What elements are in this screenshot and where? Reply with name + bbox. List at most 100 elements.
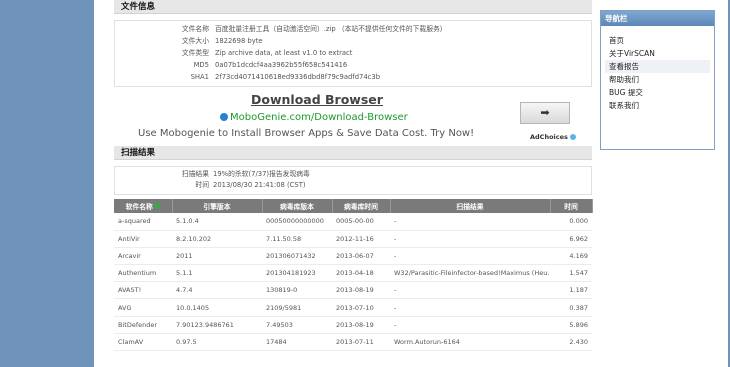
- scan-time-cell: 0.000: [550, 213, 592, 231]
- nav-item-home[interactable]: 首页: [605, 34, 710, 47]
- db-version-cell: 2109/5981: [262, 298, 332, 317]
- db-date-cell: 2013-06-07: [332, 247, 390, 266]
- engine-version-cell: 2011: [172, 247, 262, 266]
- engine-name-cell: BitDefender: [114, 316, 172, 334]
- column-header-label[interactable]: 时间: [564, 203, 578, 211]
- table-header-row: 软件名称 引擎版本 病毒库版本 病毒库时间 扫描结果 时间: [114, 199, 593, 213]
- engine-name-cell: a-squared: [114, 213, 172, 231]
- table-row: ClamAV 0.97.5 17484 2013-07-11 Worm.Autorun-…: [114, 333, 592, 352]
- scan-time-cell: 0.387: [550, 298, 592, 317]
- column-header[interactable]: 时间: [550, 199, 593, 213]
- scan-result-cell: W32/Parasitic-Fileinfector-based!Maximus…: [390, 264, 550, 283]
- column-header-label[interactable]: 病毒库时间: [344, 203, 378, 211]
- column-header-label[interactable]: 病毒库版本: [280, 203, 314, 211]
- nav-list: 首页 关于VirSCAN 查看报告 帮助我们 BUG 提交 联系我们: [601, 26, 714, 112]
- column-header[interactable]: 引擎版本: [172, 199, 263, 213]
- scan-time-cell: 5.896: [550, 316, 592, 334]
- column-header-label[interactable]: 引擎版本: [203, 203, 230, 211]
- file-info-key: SHA1: [190, 73, 209, 81]
- table-row: AntiVir 8.2.10.202 7.11.50.58 2012-11-16-6.…: [114, 230, 592, 248]
- scan-results-header: 扫描结果: [114, 146, 592, 160]
- file-info-row: 文件名称 百度批量注册工具（自动激活空间）.zip （本站不提供任何文件的下载服务…: [115, 23, 591, 35]
- nav-item-help[interactable]: 帮助我们: [605, 73, 710, 86]
- nav-panel: 导航栏 首页 关于VirSCAN 查看报告 帮助我们 BUG 提交 联系我们: [600, 10, 715, 150]
- db-version-cell: 201306071432: [262, 247, 332, 266]
- nav-header: 导航栏: [601, 11, 714, 26]
- table-row: Authentium 5.1.1 201304181923 2013-04-18 W32…: [114, 264, 592, 283]
- db-date-cell: 2013-08-19: [332, 281, 390, 300]
- file-info-value: 1822698 byte: [215, 37, 263, 45]
- page: 文件信息 文件名称 百度批量注册工具（自动激活空间）.zip （本站不提供任何文件…: [94, 0, 728, 367]
- file-info-key: 文件名称: [181, 25, 209, 33]
- column-header[interactable]: 病毒库时间: [332, 199, 391, 213]
- file-info-box: 文件名称 百度批量注册工具（自动激活空间）.zip （本站不提供任何文件的下载服务…: [114, 20, 592, 87]
- db-date-cell: 2013-08-19: [332, 316, 390, 334]
- scan-time-cell: 2.430: [550, 333, 592, 352]
- scan-result-cell: -: [390, 247, 550, 266]
- column-header-label[interactable]: 软件名称: [126, 203, 153, 211]
- column-header[interactable]: 扫描结果: [390, 199, 551, 213]
- ad-url-text[interactable]: MoboGenie.com/Download-Browser: [230, 112, 408, 123]
- scan-result-row: 扫描结果 19%的杀软(7/37)报告发现病毒: [115, 169, 591, 180]
- engine-version-cell: 8.2.10.202: [172, 230, 262, 248]
- engine-name-cell: ClamAV: [114, 333, 172, 352]
- table-row: AVG 10.0.1405 2109/5981 2013-07-10-0.387: [114, 298, 592, 317]
- adchoices-link[interactable]: AdChoices: [530, 133, 576, 141]
- db-date-cell: 2013-04-18: [332, 264, 390, 283]
- engine-version-cell: 5.1.1: [172, 264, 262, 283]
- file-info-header: 文件信息: [114, 0, 592, 14]
- table-row: BitDefender 7.90123.9486761 7.49503 2013-08…: [114, 316, 592, 334]
- scan-time-cell: 1.547: [550, 264, 592, 283]
- db-version-cell: 00050000000000: [262, 213, 332, 231]
- ad-title[interactable]: Download Browser: [251, 92, 383, 107]
- engine-version-cell: 4.7.4: [172, 281, 262, 300]
- db-date-cell: 0005-00-00: [332, 213, 390, 231]
- advertisement[interactable]: Download Browser MoboGenie.com/Download-…: [114, 92, 592, 146]
- nav-item-about[interactable]: 关于VirSCAN: [605, 47, 710, 60]
- file-info-row: 文件大小 1822698 byte: [115, 35, 591, 47]
- sort-icon[interactable]: [153, 203, 160, 209]
- engine-version-cell: 5.1.0.4: [172, 213, 262, 231]
- adchoices-icon[interactable]: [569, 134, 576, 140]
- file-info-row: MD5 0a07b1dcdcf4aa3962b55f658c541416: [115, 59, 591, 71]
- adchoices-label[interactable]: AdChoices: [530, 133, 568, 141]
- nav-item-bug-report[interactable]: BUG 提交: [605, 86, 710, 99]
- results-table: 软件名称 引擎版本 病毒库版本 病毒库时间 扫描结果 时间 a-squared 5.1.0.…: [114, 199, 593, 352]
- engine-name-cell: AVAST!: [114, 281, 172, 300]
- column-header[interactable]: 病毒库版本: [262, 199, 333, 213]
- scan-result-cell: -: [390, 316, 550, 334]
- table-row: AVAST! 4.7.4 130819-0 2013-08-19-1.187: [114, 281, 592, 300]
- scan-result-cell: -: [390, 230, 550, 248]
- table-row: a-squared 5.1.0.4 00050000000000 0005-00-00…: [114, 213, 592, 231]
- ad-url[interactable]: MoboGenie.com/Download-Browser: [220, 112, 408, 123]
- file-info-key: MD5: [193, 61, 209, 69]
- scan-result-key: 扫描结果: [181, 170, 209, 178]
- scan-time-key: 时间: [195, 181, 209, 189]
- scan-time-value: 2013/08/30 21:41:08 (CST): [213, 181, 306, 189]
- file-info-key: 文件大小: [181, 37, 209, 45]
- column-header[interactable]: 软件名称: [114, 199, 173, 213]
- file-info-key: 文件类型: [181, 49, 209, 57]
- db-version-cell: 130819-0: [262, 281, 332, 300]
- engine-version-cell: 10.0.1405: [172, 298, 262, 317]
- file-info-row: 文件类型 Zip archive data, at least v1.0 to e…: [115, 47, 591, 59]
- file-info-value: 百度批量注册工具（自动激活空间）.zip （本站不提供任何文件的下载服务）: [215, 25, 447, 33]
- db-date-cell: 2013-07-11: [332, 333, 390, 352]
- nav-item-contact[interactable]: 联系我们: [605, 99, 710, 112]
- column-header-label[interactable]: 扫描结果: [456, 203, 483, 211]
- file-info-value: Zip archive data, at least v1.0 to extra…: [215, 49, 353, 57]
- db-date-cell: 2013-07-10: [332, 298, 390, 317]
- ad-arrow-button[interactable]: ➡: [520, 102, 570, 124]
- scan-result-cell: Worm.Autorun-6164: [390, 333, 550, 352]
- table-body: a-squared 5.1.0.4 00050000000000 0005-00-00…: [114, 213, 592, 352]
- nav-item-view-report[interactable]: 查看报告: [605, 60, 710, 73]
- ad-text[interactable]: Use Mobogenie to Install Browser Apps & …: [138, 128, 474, 139]
- db-version-cell: 201304181923: [262, 264, 332, 283]
- engine-version-cell: 0.97.5: [172, 333, 262, 352]
- engine-name-cell: AntiVir: [114, 230, 172, 248]
- engine-name-cell: Arcavir: [114, 247, 172, 266]
- engine-version-cell: 7.90123.9486761: [172, 316, 262, 334]
- scan-summary-box: 扫描结果 19%的杀软(7/37)报告发现病毒 时间 2013/08/30 21…: [114, 166, 592, 195]
- scan-result-cell: -: [390, 281, 550, 300]
- scan-result-cell: -: [390, 213, 550, 231]
